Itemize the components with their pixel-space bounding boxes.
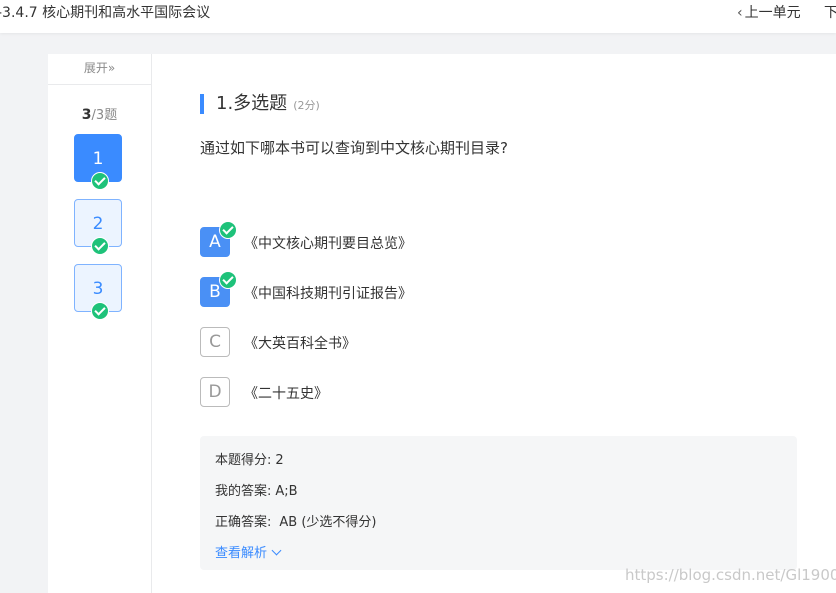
correct-answer-label: 正确答案: xyxy=(215,515,272,530)
my-answer-label: 我的答案: xyxy=(215,484,272,499)
question-nav-2[interactable]: 2 xyxy=(74,199,122,255)
chevron-left-icon: ‹ xyxy=(737,5,743,21)
option-text: 《二十五史》 xyxy=(244,386,328,402)
question-panel: 1.多选题 (2分) 通过如下哪本书可以查询到中文核心期刊目录? A 《中文核心期… xyxy=(152,54,836,593)
question-count: 3/3题 xyxy=(48,104,151,123)
question-title: 1.多选题 (2分) xyxy=(200,94,320,114)
score-row: 本题得分: 2 xyxy=(215,449,284,468)
option-text: 《中文核心期刊要目总览》 xyxy=(244,236,412,252)
score-label: 本题得分: xyxy=(215,453,272,468)
question-nav-1[interactable]: 1 xyxy=(74,134,122,190)
top-bar: -3.4.7 核心期刊和高水平国际会议 ‹ 上一单元 下 xyxy=(0,0,836,33)
prev-unit-button[interactable]: ‹ 上一单元 xyxy=(737,2,801,22)
question-stem: 通过如下哪本书可以查询到中文核心期刊目录? xyxy=(200,139,508,157)
option-letter: D xyxy=(200,377,230,407)
question-nav-label: 3 xyxy=(92,279,104,299)
prev-unit-label: 上一单元 xyxy=(744,5,801,21)
check-icon xyxy=(91,237,109,255)
my-answer-row: 我的答案: A;B xyxy=(215,480,298,499)
question-nav-3[interactable]: 3 xyxy=(74,264,122,320)
my-answer-value: A;B xyxy=(275,484,298,499)
chevron-down-icon xyxy=(271,545,282,556)
option-text: 《中国科技期刊引证报告》 xyxy=(244,286,412,302)
option-letter-text: A xyxy=(209,232,221,252)
question-nav-label: 1 xyxy=(92,149,104,169)
view-analysis-label: 查看解析 xyxy=(215,546,268,561)
score-value: 2 xyxy=(275,453,284,468)
next-unit-button[interactable]: 下 xyxy=(824,2,836,22)
check-icon xyxy=(91,302,109,320)
question-nav-label: 2 xyxy=(92,214,104,234)
expand-button[interactable]: 展开» xyxy=(48,54,151,85)
question-type: 1.多选题 xyxy=(216,93,288,114)
question-score: (2分) xyxy=(293,99,320,112)
current-question-number: 3 xyxy=(81,107,92,123)
result-panel: 本题得分: 2 我的答案: A;B 正确答案: AB (少选不得分) 查看解析 xyxy=(200,436,797,570)
watermark: https://blog.csdn.net/Gl1900 xyxy=(625,566,836,584)
option-letter: B xyxy=(200,271,237,307)
option-letter: C xyxy=(200,327,230,357)
option-text: 《大英百科全书》 xyxy=(244,336,356,352)
option-letter: A xyxy=(200,221,237,257)
option-letter-text: B xyxy=(209,282,221,302)
correct-answer-row: 正确答案: AB (少选不得分) xyxy=(215,511,376,530)
question-nav-sidebar: 展开» 3/3题 1 2 3 xyxy=(48,54,152,593)
check-icon xyxy=(219,221,237,239)
unit-title: -3.4.7 核心期刊和高水平国际会议 xyxy=(0,5,211,21)
total-questions: /3题 xyxy=(91,108,118,123)
check-icon xyxy=(91,172,109,190)
check-icon xyxy=(219,271,237,289)
view-analysis-link[interactable]: 查看解析 xyxy=(215,542,282,561)
correct-answer-value: AB (少选不得分) xyxy=(279,515,377,530)
